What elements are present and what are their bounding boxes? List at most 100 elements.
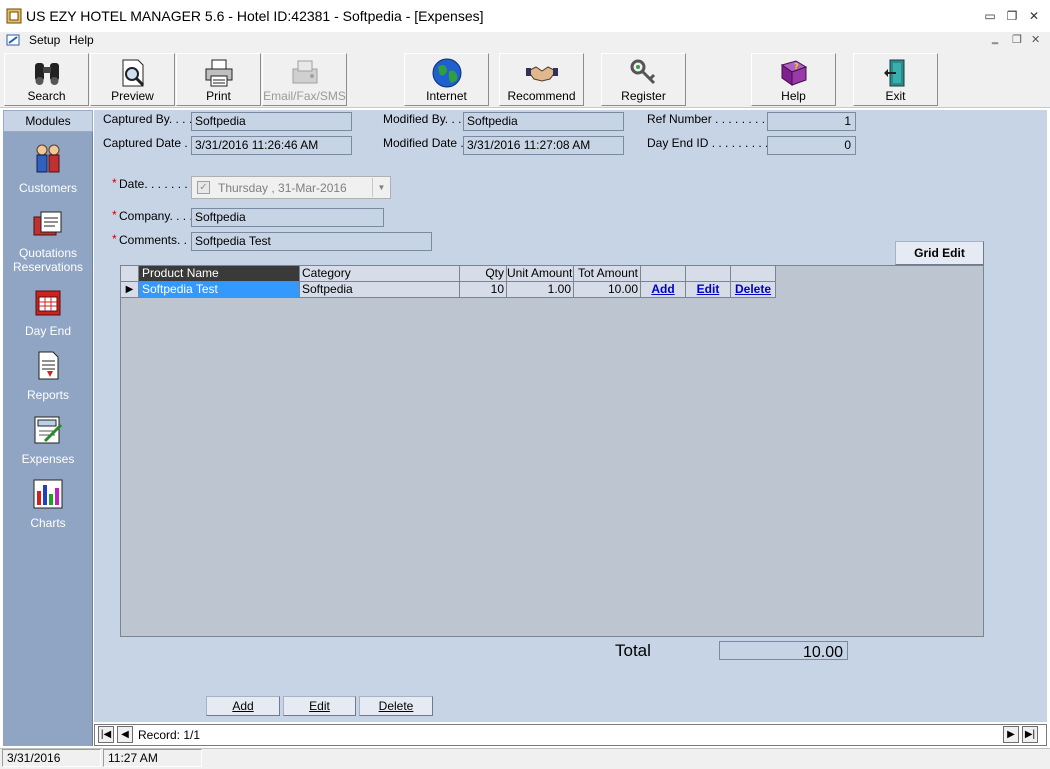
sidebar-expenses-label: Expenses bbox=[21, 452, 75, 466]
sidebar-item-charts[interactable]: Charts bbox=[3, 477, 93, 530]
table-row-product[interactable]: Softpedia Test bbox=[139, 282, 300, 298]
ref-number-label: Ref Number . . . . . . . . . . bbox=[647, 112, 779, 126]
help-button[interactable]: ? Help bbox=[751, 53, 836, 106]
grid-col-tot-amount[interactable]: Tot Amount bbox=[574, 266, 641, 282]
grid-col-delete bbox=[731, 266, 776, 282]
date-value: Thursday , 31-Mar-2016 bbox=[218, 181, 347, 195]
company-field[interactable]: Softpedia bbox=[191, 208, 384, 227]
help-book-icon: ? bbox=[780, 60, 807, 86]
register-button[interactable]: Register bbox=[601, 53, 686, 106]
day-end-icon bbox=[35, 290, 61, 316]
chevron-down-icon[interactable]: ▼ bbox=[372, 178, 390, 197]
grid-col-unit-amount[interactable]: Unit Amount bbox=[507, 266, 574, 282]
row-delete-link[interactable]: Delete bbox=[731, 282, 776, 298]
table-row-unit-amount[interactable]: 1.00 bbox=[507, 282, 574, 298]
email-fax-sms-label: Email/Fax/SMS bbox=[263, 89, 346, 103]
grid-col-add bbox=[641, 266, 686, 282]
menu-bar bbox=[0, 32, 1050, 50]
search-button[interactable]: Search bbox=[4, 53, 89, 106]
handshake-icon bbox=[525, 66, 558, 82]
binoculars-icon bbox=[34, 63, 59, 85]
customers-icon bbox=[36, 144, 60, 173]
date-picker[interactable]: ✓ Thursday , 31-Mar-2016 ▼ bbox=[191, 176, 391, 199]
modules-header: Modules bbox=[3, 110, 93, 132]
reports-icon bbox=[38, 351, 59, 380]
add-button[interactable]: Add bbox=[206, 696, 280, 716]
date-checkbox[interactable]: ✓ bbox=[197, 181, 210, 194]
preview-button[interactable]: Preview bbox=[90, 53, 175, 106]
email-fax-sms-button[interactable]: Email/Fax/SMS bbox=[262, 53, 347, 106]
comments-required-mark: * bbox=[112, 232, 117, 246]
mdi-minimize-button[interactable]: ‗ bbox=[992, 33, 998, 45]
recommend-label: Recommend bbox=[507, 89, 576, 103]
fax-icon bbox=[292, 60, 317, 84]
sidebar-charts-label: Charts bbox=[30, 516, 66, 530]
print-button[interactable]: Print bbox=[176, 53, 261, 106]
mdi-restore-button[interactable]: ❐ bbox=[1012, 33, 1022, 46]
grid-row-indicator[interactable]: ▶ bbox=[121, 282, 139, 298]
grid-edit-button[interactable]: Grid Edit bbox=[895, 241, 984, 265]
date-label: Date. . . . . . . . bbox=[119, 177, 195, 191]
status-time: 11:27 AM bbox=[103, 749, 202, 767]
minimize-button[interactable]: ▭ bbox=[981, 8, 999, 24]
recommend-button[interactable]: Recommend bbox=[499, 53, 584, 106]
day-end-id-field: 0 bbox=[767, 136, 856, 155]
maximize-button[interactable]: ❐ bbox=[1003, 8, 1021, 24]
captured-date-label: Captured Date . . bbox=[103, 136, 195, 150]
captured-by-label: Captured By. . . . . bbox=[103, 112, 199, 126]
grid-col-edit bbox=[686, 266, 731, 282]
internet-label: Internet bbox=[426, 89, 467, 103]
table-row-category[interactable]: Softpedia bbox=[300, 282, 460, 298]
close-button[interactable]: ✕ bbox=[1025, 8, 1043, 24]
next-record-icon[interactable]: ▶ bbox=[1003, 726, 1019, 743]
modified-by-label: Modified By. . . . . bbox=[383, 112, 475, 126]
menu-setup[interactable]: Setup bbox=[29, 33, 60, 47]
menu-help[interactable]: Help bbox=[69, 33, 94, 47]
grid-col-product-name[interactable]: Product Name bbox=[139, 266, 300, 282]
quotations-icon bbox=[33, 211, 62, 236]
first-record-icon[interactable]: |◀ bbox=[98, 726, 114, 743]
record-navigator bbox=[94, 724, 1047, 746]
table-row-qty[interactable]: 10 bbox=[460, 282, 507, 298]
prev-record-icon[interactable]: ◀ bbox=[117, 726, 133, 743]
date-required-mark: * bbox=[112, 176, 117, 190]
grid-row-header-corner bbox=[121, 266, 139, 282]
sidebar-reservations-label: Reservations bbox=[12, 260, 84, 274]
preview-icon bbox=[122, 59, 144, 87]
svg-text:?: ? bbox=[794, 62, 799, 71]
search-label: Search bbox=[27, 89, 66, 103]
sidebar-item-reports[interactable]: Reports bbox=[3, 349, 93, 402]
company-label: Company. . . . . bbox=[119, 209, 200, 223]
record-counter: Record: 1/1 bbox=[138, 728, 201, 742]
globe-icon bbox=[432, 58, 461, 88]
expenses-icon bbox=[34, 416, 63, 444]
sidebar-item-day-end[interactable]: Day End bbox=[3, 285, 93, 338]
modified-by-field: Softpedia bbox=[463, 112, 624, 131]
last-record-icon[interactable]: ▶| bbox=[1022, 726, 1038, 743]
sidebar-item-customers[interactable]: Customers bbox=[3, 142, 93, 195]
window-title: US EZY HOTEL MANAGER 5.6 - Hotel ID:4238… bbox=[26, 8, 484, 24]
grid-col-category[interactable]: Category bbox=[300, 266, 460, 282]
sidebar-quotations-label: Quotations bbox=[18, 246, 78, 260]
row-edit-link[interactable]: Edit bbox=[686, 282, 731, 298]
table-row-tot-amount[interactable]: 10.00 bbox=[574, 282, 641, 298]
sidebar-reports-label: Reports bbox=[26, 388, 70, 402]
app-icon bbox=[6, 8, 22, 24]
company-required-mark: * bbox=[112, 208, 117, 222]
delete-button[interactable]: Delete bbox=[359, 696, 433, 716]
charts-icon bbox=[33, 479, 63, 509]
expenses-grid bbox=[120, 265, 984, 637]
internet-button[interactable]: Internet bbox=[404, 53, 489, 106]
sidebar-item-quotations-reservations[interactable]: Quotations Reservations bbox=[3, 207, 93, 274]
grid-col-qty[interactable]: Qty bbox=[460, 266, 507, 282]
exit-button[interactable]: Exit bbox=[853, 53, 938, 106]
printer-icon bbox=[205, 59, 232, 87]
comments-field[interactable]: Softpedia Test bbox=[191, 232, 432, 251]
day-end-id-label: Day End ID . . . . . . . . . . bbox=[647, 136, 776, 150]
edit-button[interactable]: Edit bbox=[283, 696, 356, 716]
row-add-link[interactable]: Add bbox=[641, 282, 686, 298]
mdi-close-button[interactable]: ✕ bbox=[1031, 33, 1040, 46]
total-value: 10.00 bbox=[719, 641, 848, 661]
sidebar-item-expenses[interactable]: Expenses bbox=[3, 413, 93, 466]
modified-date-label: Modified Date . . bbox=[383, 136, 471, 150]
